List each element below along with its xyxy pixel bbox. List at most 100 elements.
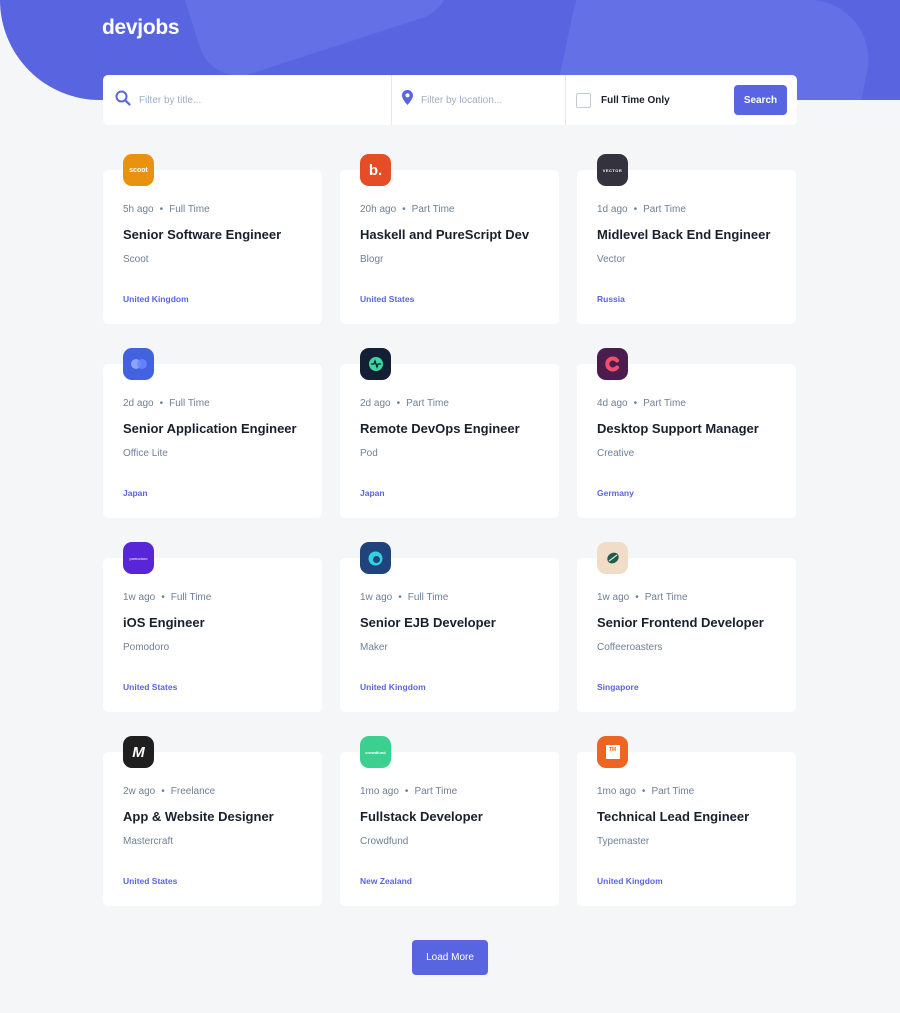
job-logo-text: crowdfund	[365, 749, 386, 755]
separator-dot: •	[396, 398, 401, 409]
job-title[interactable]: Senior Application Engineer	[123, 421, 297, 436]
job-logo-text: VECTOR	[602, 167, 623, 173]
company-name: Typemaster	[597, 836, 650, 847]
job-location: Japan	[123, 488, 148, 498]
company-logo: pomodoro	[123, 542, 154, 574]
separator-dot: •	[635, 592, 639, 603]
company-name: Office Lite	[123, 448, 168, 459]
job-card[interactable]: TM 1mo ago • Part Time Technical Lead Engine…	[577, 736, 796, 906]
job-card[interactable]: 2d ago • Full Time Senior Application Engin…	[103, 348, 322, 518]
contract-type: Part Time	[651, 786, 695, 797]
job-title[interactable]: Haskell and PureScript Dev	[360, 227, 529, 242]
job-meta: 1w ago • Part Time	[597, 592, 688, 603]
job-title[interactable]: Technical Lead Engineer	[597, 809, 749, 824]
company-logo	[360, 348, 391, 380]
posted-time: 5h ago	[123, 204, 154, 215]
job-card[interactable]: VECTOR 1d ago • Part Time Midlevel Back End …	[577, 154, 796, 324]
job-meta: 2d ago • Part Time	[360, 398, 449, 409]
posted-time: 20h ago	[360, 204, 397, 215]
job-title[interactable]: iOS Engineer	[123, 615, 205, 630]
job-title[interactable]: App & Website Designer	[123, 809, 274, 824]
job-card[interactable]: 2d ago • Part Time Remote DevOps Engineer Po…	[340, 348, 559, 518]
job-location: United States	[360, 294, 415, 304]
job-title[interactable]: Senior Frontend Developer	[597, 615, 764, 630]
posted-time: 1w ago	[597, 592, 630, 603]
job-location: Russia	[597, 294, 625, 304]
posted-time: 1mo ago	[360, 786, 399, 797]
separator-dot: •	[633, 204, 638, 215]
title-filter[interactable]	[103, 75, 392, 125]
job-meta: 20h ago • Part Time	[360, 204, 454, 215]
separator-dot: •	[402, 204, 406, 215]
full-time-label[interactable]: Full Time Only	[601, 95, 670, 106]
app-logo[interactable]: devjobs	[102, 16, 180, 40]
search-button[interactable]: Search	[734, 85, 787, 115]
contract-type: Part Time	[644, 592, 688, 603]
separator-dot: •	[641, 786, 646, 797]
job-location: Germany	[597, 488, 634, 498]
company-name: Maker	[360, 642, 388, 653]
company-name: Crowdfund	[360, 836, 409, 847]
job-card[interactable]: 4d ago • Part Time Desktop Support Manager C…	[577, 348, 796, 518]
job-title[interactable]: Fullstack Developer	[360, 809, 483, 824]
company-logo	[597, 542, 628, 574]
posted-time: 2d ago	[360, 398, 391, 409]
job-meta: 1mo ago • Part Time	[597, 786, 694, 797]
contract-type: Part Time	[643, 204, 686, 215]
job-card[interactable]: scoot 5h ago • Full Time Senior Software Eng…	[103, 154, 322, 324]
job-card[interactable]: pomodoro 1w ago • Full Time iOS Engineer Pomo…	[103, 542, 322, 712]
full-time-filter: Full Time Only Search	[566, 75, 797, 125]
company-logo: crowdfund	[360, 736, 391, 768]
job-logo-text: M	[132, 743, 145, 761]
contract-type: Part Time	[406, 398, 449, 409]
company-logo	[123, 348, 154, 380]
location-filter-input[interactable]	[421, 94, 551, 106]
job-meta: 2w ago • Freelance	[123, 786, 215, 797]
company-name: Coffeeroasters	[597, 642, 663, 653]
separator-dot: •	[159, 204, 164, 215]
job-logo-text: b.	[368, 161, 383, 179]
contract-type: Part Time	[643, 398, 686, 409]
separator-dot: •	[404, 786, 409, 797]
posted-time: 4d ago	[597, 398, 628, 409]
job-title[interactable]: Senior Software Engineer	[123, 227, 281, 242]
posted-time: 1w ago	[360, 592, 393, 603]
job-logo-text: TM	[605, 745, 620, 759]
title-filter-input[interactable]	[139, 94, 339, 106]
job-card[interactable]: 1w ago • Full Time Senior EJB Developer Make…	[340, 542, 559, 712]
location-pin-icon	[402, 90, 413, 110]
job-title[interactable]: Desktop Support Manager	[597, 421, 759, 436]
company-logo: M	[123, 736, 154, 768]
load-more-button[interactable]: Load More	[412, 940, 488, 975]
job-meta: 2d ago • Full Time	[123, 398, 210, 409]
job-location: Japan	[360, 488, 385, 498]
full-time-checkbox[interactable]	[576, 92, 591, 108]
contract-type: Full Time	[169, 204, 210, 215]
separator-dot: •	[161, 592, 165, 603]
company-name: Pomodoro	[123, 642, 170, 653]
job-card[interactable]: M 2w ago • Freelance App & Website Designer M…	[103, 736, 322, 906]
company-logo: VECTOR	[597, 154, 628, 186]
job-card[interactable]: 1w ago • Part Time Senior Frontend Develope…	[577, 542, 796, 712]
job-location: United States	[123, 682, 178, 692]
job-title[interactable]: Senior EJB Developer	[360, 615, 496, 630]
job-meta: 1mo ago • Part Time	[360, 786, 457, 797]
contract-type: Full Time	[169, 398, 210, 409]
company-logo: scoot	[123, 154, 154, 186]
company-logo: b.	[360, 154, 391, 186]
job-card[interactable]: crowdfund 1mo ago • Part Time Fullstack Deve…	[340, 736, 559, 906]
header-decoration	[160, 0, 460, 87]
contract-type: Full Time	[170, 592, 212, 603]
contract-type: Full Time	[407, 592, 449, 603]
job-meta: 1d ago • Part Time	[597, 204, 686, 215]
search-icon	[115, 90, 131, 111]
job-title[interactable]: Remote DevOps Engineer	[360, 421, 520, 436]
job-card[interactable]: b. 20h ago • Part Time Haskell and PureScrip…	[340, 154, 559, 324]
job-meta: 1w ago • Full Time	[123, 592, 211, 603]
location-filter[interactable]	[392, 75, 566, 125]
pulse-icon	[368, 357, 383, 371]
separator-dot: •	[161, 786, 165, 797]
contract-type: Freelance	[170, 786, 216, 797]
contract-type: Part Time	[414, 786, 458, 797]
job-title[interactable]: Midlevel Back End Engineer	[597, 227, 770, 242]
